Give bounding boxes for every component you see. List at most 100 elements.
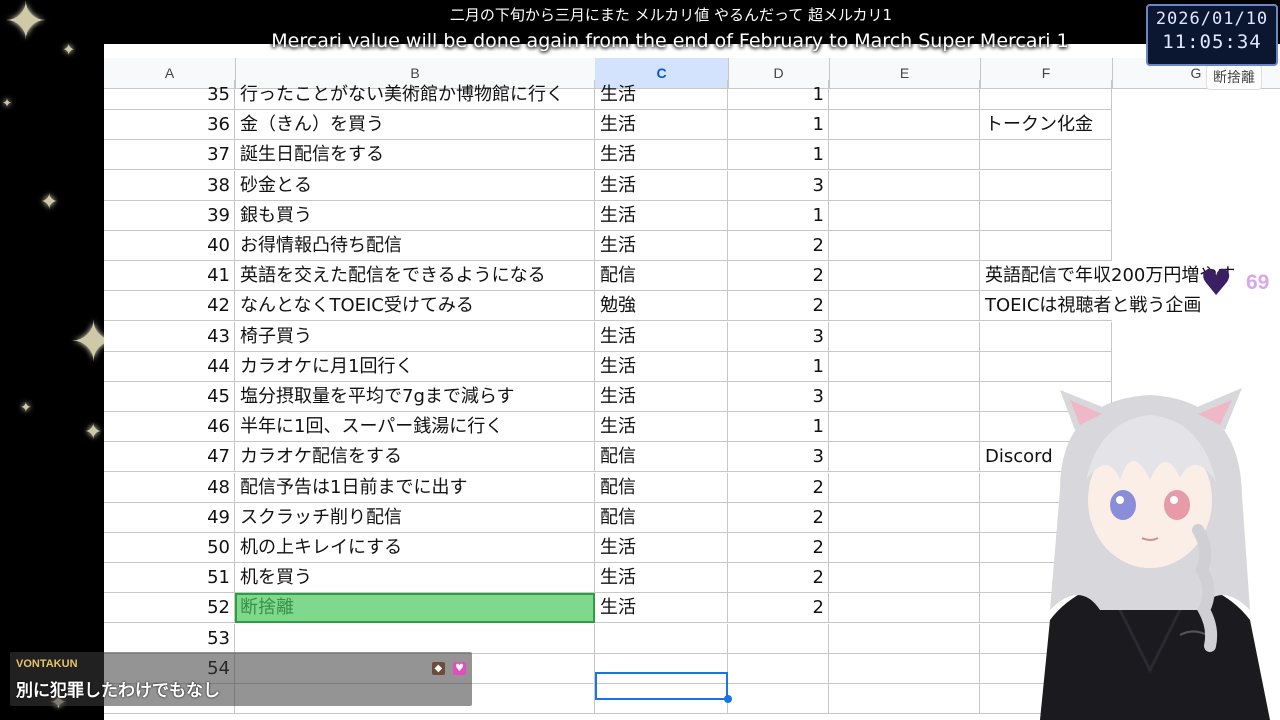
cell-e[interactable] [829,442,980,473]
cell-c[interactable]: 生活 [595,321,728,352]
cell-b[interactable]: 英語を交えた配信をできるようになる [235,261,595,292]
cell-c[interactable]: 生活 [595,170,728,201]
cell-e[interactable] [829,231,980,261]
cell-d[interactable]: 1 [728,200,829,231]
cell-c[interactable]: 生活 [595,351,728,382]
cell-b[interactable]: 配信予告は1日前までに出す [235,472,595,503]
cell-c[interactable]: 配信 [595,472,728,503]
cell-d[interactable]: 2 [728,563,829,594]
cell-f[interactable] [980,80,1112,110]
cell-e[interactable] [829,593,980,624]
cell-d[interactable]: 3 [728,382,829,412]
star-icon: ✦ [20,400,32,416]
cell-c[interactable]: 生活 [595,563,728,594]
cell-b[interactable]: カラオケ配信をする [235,442,595,473]
cell-d[interactable] [728,623,829,654]
cell-d[interactable]: 2 [728,533,829,563]
cell-d[interactable]: 1 [728,80,829,110]
cell-d[interactable] [728,653,829,684]
cell-e[interactable] [829,80,980,110]
cell-e[interactable] [829,533,980,563]
cell-e[interactable] [829,261,980,292]
cell-b[interactable]: なんとなくTOEIC受けてみる [235,291,595,322]
chat-text: 別に犯罪したわけでもなし [16,681,220,701]
cell-f[interactable]: トークン化金 [980,110,1112,141]
row-number: 49 [104,502,235,533]
cell-f[interactable] [980,170,1112,201]
cell-d[interactable]: 2 [728,502,829,533]
cell-e[interactable] [829,684,980,714]
suggestion-chip[interactable]: 断捨離 [1206,64,1262,90]
cell-e[interactable] [829,502,980,533]
cell-c[interactable]: 生活 [595,412,728,443]
cell-c[interactable]: 生活 [595,533,728,563]
cell-b[interactable] [235,623,595,654]
cell-e[interactable] [829,623,980,654]
cell-c[interactable] [595,623,728,654]
cell-e[interactable] [829,110,980,141]
cell-b[interactable]: 机を買う [235,563,595,594]
cell-d[interactable]: 3 [728,442,829,473]
cell-c[interactable]: 配信 [595,261,728,292]
cell-b[interactable]: 断捨離 [235,593,595,624]
cell-c[interactable]: 生活 [595,200,728,231]
table-row: 37 誕生日配信をする 生活 1 [104,140,1280,171]
cell-b[interactable]: スクラッチ削り配信 [235,502,595,533]
cell-b[interactable]: 椅子買う [235,321,595,352]
vtuber-avatar [1040,388,1270,720]
cell-c[interactable]: 勉強 [595,291,728,322]
cell-b[interactable]: カラオケに月1回行く [235,351,595,382]
cell-b[interactable]: 塩分摂取量を平均で7gまで減らす [235,382,595,412]
cell-b[interactable]: 机の上キレイにする [235,533,595,563]
cell-d[interactable]: 2 [728,593,829,624]
cell-f[interactable] [980,321,1112,352]
cell-f[interactable]: TOEICは視聴者と戦う企画 [980,291,1201,322]
cell-d[interactable]: 1 [728,110,829,141]
cell-c[interactable]: 生活 [595,382,728,412]
cell-f[interactable] [980,140,1112,171]
cell-e[interactable] [829,653,980,684]
cell-b[interactable]: 銀も買う [235,200,595,231]
cell-e[interactable] [829,291,980,322]
cell-c[interactable]: 生活 [595,80,728,110]
cell-c[interactable]: 生活 [595,593,728,624]
cell-e[interactable] [829,200,980,231]
cell-c[interactable]: 生活 [595,110,728,141]
cell-e[interactable] [829,321,980,352]
cell-e[interactable] [829,472,980,503]
cell-d[interactable] [728,684,829,714]
row-number: 47 [104,442,235,473]
cell-f[interactable]: 英語配信で年収200万円増やす [980,261,1235,292]
cell-d[interactable]: 1 [728,412,829,443]
cell-e[interactable] [829,351,980,382]
cell-b[interactable]: 誕生日配信をする [235,140,595,171]
cell-e[interactable] [829,382,980,412]
cell-d[interactable]: 1 [728,140,829,171]
cell-d[interactable]: 3 [728,321,829,352]
cell-c[interactable]: 配信 [595,442,728,473]
cell-d[interactable]: 2 [728,472,829,503]
cell-d[interactable]: 2 [728,261,829,292]
cell-b[interactable]: 行ったことがない美術館か博物館に行く [235,80,595,110]
cell-f[interactable] [980,231,1112,261]
cell-d[interactable]: 3 [728,170,829,201]
cell-e[interactable] [829,170,980,201]
cell-d[interactable]: 2 [728,231,829,261]
cell-e[interactable] [829,563,980,594]
fill-handle[interactable] [724,695,732,703]
chat-message: VONTAKUN ◆ ♥ 別に犯罪したわけでもなし [10,652,472,706]
selected-cell[interactable] [595,672,728,700]
cell-d[interactable]: 2 [728,291,829,322]
cell-d[interactable]: 1 [728,351,829,382]
cell-b[interactable]: 金（きん）を買う [235,110,595,141]
cell-b[interactable]: 半年に1回、スーパー銭湯に行く [235,412,595,443]
cell-f[interactable] [980,200,1112,231]
table-row: 41 英語を交えた配信をできるようになる 配信 2 英語配信で年収200万円増やす [104,261,1280,292]
cell-b[interactable]: お得情報凸待ち配信 [235,231,595,261]
cell-c[interactable]: 生活 [595,231,728,261]
cell-e[interactable] [829,140,980,171]
cell-e[interactable] [829,412,980,443]
cell-c[interactable]: 生活 [595,140,728,171]
cell-c[interactable]: 配信 [595,502,728,533]
cell-b[interactable]: 砂金とる [235,170,595,201]
